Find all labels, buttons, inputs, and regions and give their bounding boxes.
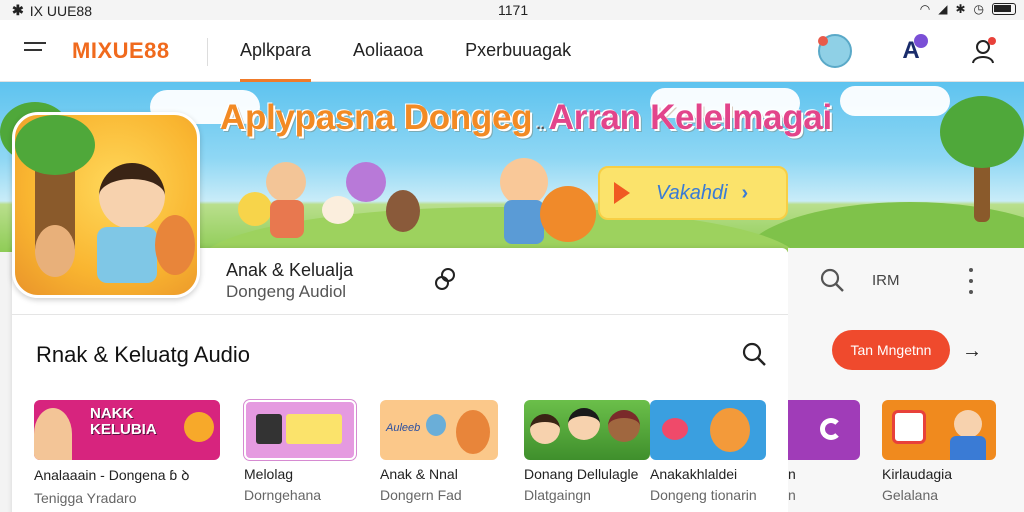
album-cover[interactable]: [12, 112, 200, 298]
top-nav: Aplkpara Aoliaaoa Pxerbuuagak: [240, 20, 613, 82]
audio-card[interactable]: Auleeb Anak & Nnal Dongern Fad: [380, 400, 498, 503]
listen-button[interactable]: Vakahdi ›: [598, 166, 788, 220]
character-figure: [386, 190, 420, 232]
card-thumbnail: Auleeb: [380, 400, 498, 460]
bluetooth-status-icon: ✱: [955, 2, 966, 16]
battery-icon: [992, 3, 1016, 15]
character-figure: [500, 158, 548, 206]
card-title: Melolag: [244, 466, 294, 482]
nav-tab-3[interactable]: Pxerbuuagak: [465, 20, 571, 82]
search-icon[interactable]: [740, 340, 768, 368]
app-logo[interactable]: MIXUE88: [72, 38, 170, 64]
header-divider: [207, 38, 208, 66]
card-subtitle: n: [788, 487, 796, 503]
card-title: n: [788, 466, 796, 482]
nav-tab-1[interactable]: Aplkpara: [240, 20, 312, 82]
divider: [12, 314, 788, 315]
card-title: Analaaain - Dongena ɓ ꝺ: [34, 467, 190, 483]
side-label: IRM: [872, 272, 900, 289]
audio-card[interactable]: Kirlaudagia Gelalana: [882, 400, 996, 503]
banner-title: Aplypasna Dongeg .. Arran Kelelmagai: [220, 98, 832, 137]
card-title: Donang Dellulagle: [524, 466, 639, 482]
card-thumbnail: NAKK KELUBIA: [34, 400, 220, 460]
wifi-icon: ◠: [919, 2, 931, 16]
profile-icon[interactable]: [966, 34, 1000, 68]
hamburger-menu-icon[interactable]: [24, 42, 46, 58]
more-options-icon[interactable]: [966, 268, 976, 294]
card-thumbnail: [244, 400, 356, 460]
now-playing-title: Anak & Kelualja: [226, 260, 354, 280]
alarm-icon: ◷: [973, 2, 984, 16]
character-figure: [346, 162, 386, 202]
card-title: Kirlaudagia: [882, 466, 953, 482]
signal-icon: ◢: [938, 2, 948, 16]
character-figure: [266, 162, 306, 202]
now-playing-subtitle: Dongeng Audiol: [226, 282, 347, 301]
card-subtitle: Gelalana: [882, 487, 939, 503]
link-icon[interactable]: [432, 266, 460, 292]
side-search-icon[interactable]: [818, 266, 846, 294]
card-title: Anakakhlaldei: [650, 466, 738, 482]
card-subtitle: Dongeng tionarin: [650, 487, 757, 503]
card-thumbnail: [882, 400, 996, 460]
character-figure: [540, 186, 596, 242]
status-carrier-text: IX UUE88: [29, 2, 92, 19]
nav-tab-2[interactable]: Aoliaaoa: [353, 20, 423, 82]
card-thumbnail: [788, 400, 860, 460]
card-title: Anak & Nnal: [380, 466, 458, 482]
card-subtitle: Dongern Fad: [380, 487, 462, 503]
app-header: MIXUE88 Aplkpara Aoliaaoa Pxerbuuagak A: [0, 20, 1024, 82]
card-thumbnail: [650, 400, 766, 460]
status-bar: ✱ IX UUE88 1171 ◠ ◢ ✱ ◷: [0, 0, 1024, 20]
play-icon: [614, 182, 630, 204]
bluetooth-icon: ✱: [12, 2, 24, 18]
character-figure: [322, 196, 354, 224]
text-size-icon[interactable]: A: [894, 34, 928, 68]
audio-card[interactable]: NAKK KELUBIA Analaaain - Dongena ɓ ꝺ Ten…: [34, 400, 220, 506]
audio-card[interactable]: Anakakhlaldei Dongeng tionarin: [650, 400, 766, 503]
language-globe-icon[interactable]: [818, 34, 852, 68]
arrow-right-icon[interactable]: →: [962, 340, 982, 363]
chevron-right-icon: ›: [741, 181, 749, 204]
card-subtitle: Dlatgaingn: [524, 487, 591, 503]
audio-card[interactable]: Melolag Dorngehana: [244, 400, 356, 503]
card-thumbnail: [524, 400, 650, 460]
card-subtitle: Dorngehana: [244, 487, 322, 503]
character-figure: [238, 192, 272, 226]
audio-card[interactable]: Donang Dellulagle Dlatgaingn: [524, 400, 650, 503]
card-subtitle: Tenigga Yradaro: [34, 490, 137, 506]
cta-button[interactable]: Tan Mngetnn: [832, 330, 950, 370]
status-time: 1171: [498, 2, 529, 18]
section-title: Rnak & Keluatg Audio: [36, 342, 251, 367]
audio-card[interactable]: n n: [788, 400, 860, 503]
